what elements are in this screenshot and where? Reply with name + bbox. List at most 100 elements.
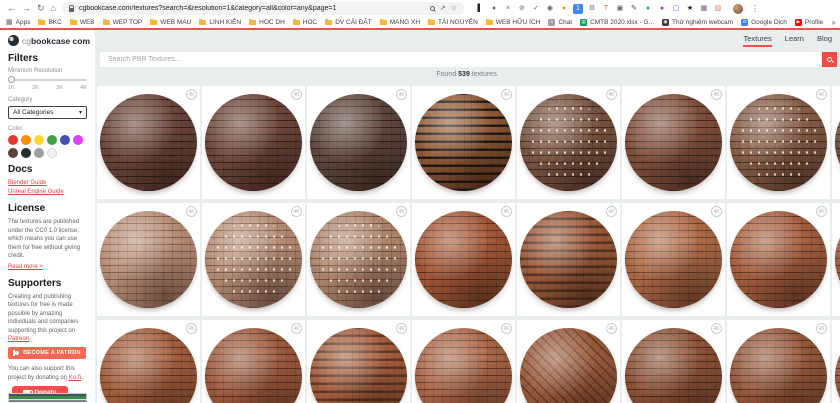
extension-icon[interactable]: ▨	[713, 4, 723, 14]
folder-icon	[70, 20, 77, 25]
texture-card[interactable]: 4K	[727, 86, 830, 199]
bookmark-item[interactable]: cChat	[548, 19, 572, 26]
bookmark-item[interactable]: ▦Apps	[6, 19, 30, 26]
texture-card[interactable]: 4K	[202, 86, 305, 199]
color-swatch-brown[interactable]	[8, 148, 18, 158]
bookmark-item[interactable]: ▤CMTB 2020.xlsx - G...	[580, 19, 654, 26]
texture-card[interactable]: 4K	[307, 203, 410, 316]
bookmark-item[interactable]: WEB HỮU ÍCH	[486, 19, 541, 26]
extension-icon[interactable]: ●	[643, 4, 653, 14]
extension-icon[interactable]: ★	[685, 4, 695, 14]
color-swatch-gray[interactable]	[34, 148, 44, 158]
extension-icon[interactable]: ⊘	[517, 4, 527, 14]
texture-card[interactable]: 4K	[97, 86, 200, 199]
patreon-link[interactable]: Patreon	[8, 336, 29, 342]
bookmarks-overflow-chevron[interactable]: »	[831, 18, 835, 27]
texture-sphere-preview	[625, 94, 722, 191]
slider-thumb[interactable]	[8, 76, 15, 83]
bookmark-item[interactable]: TÀI NGUYÊN	[428, 19, 478, 26]
nav-item-learn[interactable]: Learn	[785, 34, 804, 47]
color-swatch-orange[interactable]	[21, 135, 31, 145]
bookmark-item[interactable]: MANG XH	[380, 19, 420, 26]
texture-card[interactable]: 4K	[832, 320, 840, 403]
extension-icon[interactable]: ✓	[531, 4, 541, 14]
color-swatch-blue[interactable]	[60, 135, 70, 145]
bookmark-item[interactable]: WEP TOP	[103, 19, 143, 26]
texture-card[interactable]: 4K	[97, 320, 200, 403]
texture-card[interactable]: 4K	[412, 203, 515, 316]
color-swatch-magenta[interactable]	[73, 135, 83, 145]
bookmark-item[interactable]: ◉Thử nghiệm webcam	[662, 19, 733, 26]
forward-button[interactable]: →	[22, 4, 31, 13]
color-swatch-green[interactable]	[47, 135, 57, 145]
texture-card[interactable]: 4K	[202, 320, 305, 403]
search-input[interactable]	[100, 56, 822, 63]
extension-icon[interactable]: ×	[503, 4, 513, 14]
texture-card[interactable]: 4K	[622, 320, 725, 403]
extension-icon[interactable]: ⚙	[587, 4, 597, 14]
search-in-page-icon[interactable]	[430, 6, 435, 11]
extension-icon[interactable]: ♦	[489, 4, 499, 14]
texture-card[interactable]: 4K	[727, 203, 830, 316]
bookmark-item[interactable]: DV CÀI ĐẶT	[325, 19, 371, 26]
texture-card[interactable]: 4K	[307, 320, 410, 403]
profile-avatar[interactable]	[733, 4, 743, 14]
docs-heading: Docs	[8, 164, 87, 175]
texture-card[interactable]: 4K	[97, 203, 200, 316]
bookmark-item[interactable]: GGoogle Dịch	[741, 19, 787, 26]
extension-icon[interactable]: ◉	[545, 4, 555, 14]
texture-card[interactable]: 4K	[517, 320, 620, 403]
texture-card[interactable]: 4K	[517, 203, 620, 316]
extension-icon[interactable]: ✎	[629, 4, 639, 14]
texture-card[interactable]: 4K	[832, 203, 840, 316]
texture-card[interactable]: 4K	[727, 320, 830, 403]
texture-sphere-preview	[625, 328, 722, 403]
min-resolution-slider[interactable]	[8, 79, 87, 81]
texture-card[interactable]: 4K	[412, 320, 515, 403]
reload-button[interactable]: ↻	[37, 4, 45, 13]
doc-link-unreal-engine-guide[interactable]: Unreal Engine Guide	[8, 188, 87, 197]
texture-card[interactable]: 4K	[622, 86, 725, 199]
texture-card[interactable]: 4K	[622, 203, 725, 316]
affiliate-banner[interactable]	[8, 393, 87, 403]
url-bar[interactable]: cgbookcase.com/textures?search=&resoluti…	[62, 2, 464, 15]
bookmark-item[interactable]: WEB MAU	[150, 19, 191, 26]
color-swatch-red[interactable]	[8, 135, 18, 145]
bookmark-item[interactable]: LINH KIÊN	[199, 19, 241, 26]
back-button[interactable]: ←	[7, 4, 16, 13]
bookmark-item[interactable]: ▶Profile	[795, 19, 823, 26]
share-icon[interactable]: ↗	[440, 5, 446, 12]
become-patron-button[interactable]: BECOME A PATRON	[8, 347, 86, 359]
extension-icon[interactable]: ●	[657, 4, 667, 14]
extension-icon[interactable]: ▢	[671, 4, 681, 14]
color-swatch-yellow[interactable]	[34, 135, 44, 145]
bookmark-item[interactable]: WEB	[70, 19, 95, 26]
bookmark-item[interactable]: BKC	[38, 19, 61, 26]
nav-item-textures[interactable]: Textures	[743, 34, 771, 47]
bookmark-star-icon[interactable]: ☆	[451, 5, 457, 12]
doc-link-blender-guide[interactable]: Blender Guide	[8, 179, 87, 188]
read-more-link[interactable]: Read more >	[8, 263, 87, 272]
color-swatch-white[interactable]	[47, 148, 57, 158]
texture-card[interactable]: 4K	[832, 86, 840, 199]
home-button[interactable]: ⌂	[51, 4, 56, 13]
extension-icon[interactable]: ▣	[615, 4, 625, 14]
extension-icon[interactable]: ▦	[699, 4, 709, 14]
category-select[interactable]: All Categories ▾	[8, 106, 87, 119]
nav-item-blog[interactable]: Blog	[817, 34, 832, 47]
texture-card[interactable]: 4K	[307, 86, 410, 199]
extension-icon[interactable]: ▌	[475, 4, 485, 14]
site-logo[interactable]: cgbookcase com	[8, 35, 87, 46]
texture-card[interactable]: 4K	[412, 86, 515, 199]
extension-icon[interactable]: 1	[573, 4, 583, 14]
texture-card[interactable]: 4K	[202, 203, 305, 316]
bookmark-item[interactable]: HOC	[293, 19, 317, 26]
search-button[interactable]	[822, 52, 837, 67]
texture-card[interactable]: 4K	[517, 86, 620, 199]
kofi-link[interactable]: Ko-fi	[69, 375, 81, 381]
menu-kebab-icon[interactable]: ⋮	[751, 4, 759, 13]
color-swatch-black[interactable]	[21, 148, 31, 158]
extension-icon[interactable]: T	[601, 4, 611, 14]
extension-icon[interactable]: ●	[559, 4, 569, 14]
bookmark-item[interactable]: HOC DH	[249, 19, 285, 26]
